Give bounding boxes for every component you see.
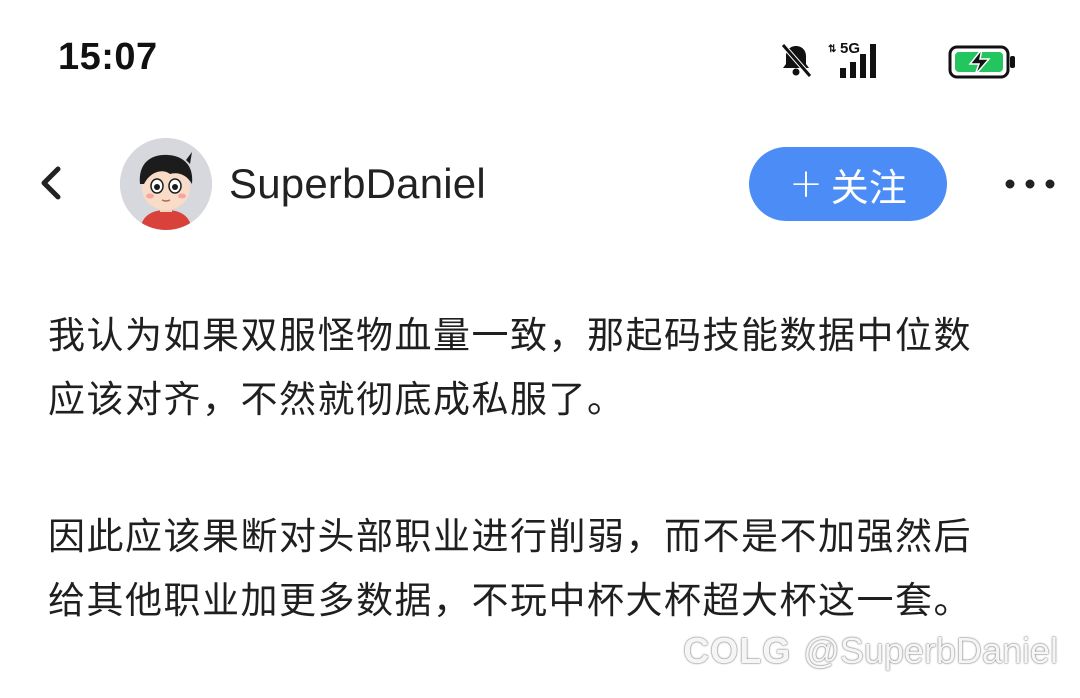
battery-charging-icon — [948, 45, 1015, 79]
network-label: 5G — [840, 40, 860, 57]
svg-text:⇅: ⇅ — [828, 44, 837, 55]
paragraph-line: 给其他职业加更多数据，不玩中杯大杯超大杯这一套。 — [48, 579, 972, 622]
plus-icon: + — [789, 161, 823, 207]
status-time: 15:07 — [58, 36, 158, 78]
signal-icon: ⇅ 5G — [828, 40, 876, 78]
bell-muted-icon — [781, 43, 812, 78]
post-screen: 15:07 ⇅ 5G SuperbDaniel + 关注 我认为如果双服怪物血量… — [0, 0, 1080, 698]
follow-label: 关注 — [830, 165, 907, 210]
back-button[interactable] — [36, 163, 66, 203]
post-paragraph-2: 因此应该果断对头部职业进行削弱，而不是不加强然后 给其他职业加更多数据，不玩中杯… — [48, 505, 1048, 633]
post-paragraph-1: 我认为如果双服怪物血量一致，那起码技能数据中位数 应该对齐，不然就彻底成私服了。 — [48, 304, 1048, 432]
avatar[interactable] — [120, 138, 212, 230]
paragraph-line: 我认为如果双服怪物血量一致，那起码技能数据中位数 — [48, 314, 972, 357]
avatar-cartoon-boy-icon — [120, 138, 212, 230]
paragraph-line: 因此应该果断对头部职业进行削弱，而不是不加强然后 — [48, 515, 972, 558]
chevron-left-icon — [41, 166, 61, 200]
paragraph-line: 应该对齐，不然就彻底成私服了。 — [48, 378, 626, 421]
watermark: COLG @SuperbDaniel — [683, 630, 1058, 672]
watermark-handle: @SuperbDaniel — [803, 630, 1058, 671]
follow-button[interactable]: + 关注 — [749, 147, 947, 221]
username[interactable]: SuperbDaniel — [229, 160, 486, 208]
more-icon[interactable] — [1004, 178, 1056, 190]
watermark-logo: COLG — [683, 630, 792, 671]
